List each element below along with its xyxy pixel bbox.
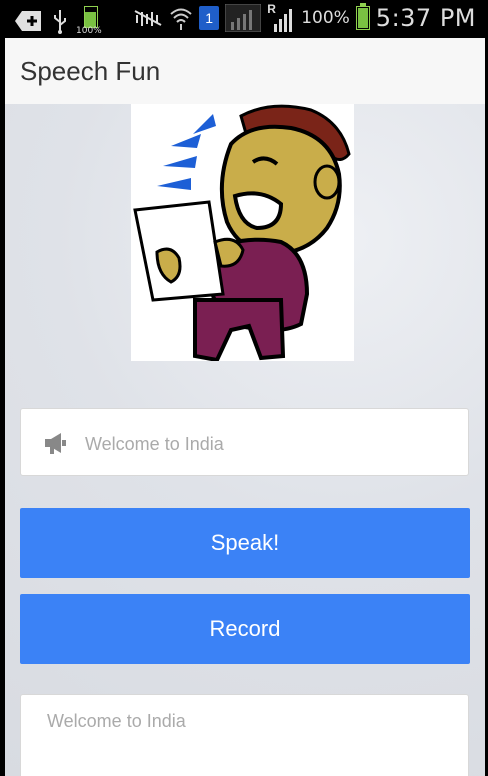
mute-icon [134, 10, 162, 26]
back-notification-icon [15, 11, 41, 31]
roaming-signal-icon: R [267, 2, 295, 32]
battery-notification-icon: 100% [76, 6, 102, 36]
battery-percent: 100% [301, 8, 350, 28]
status-left: 100% [14, 6, 102, 36]
status-right: 1 R 100% 5:37 PM [133, 2, 476, 32]
wifi-icon [170, 8, 192, 30]
status-bar: 100% 1 R 100% 5:37 PM [0, 0, 488, 38]
speak-button[interactable]: Speak! [20, 508, 470, 578]
app-bar: Speech Fun [5, 38, 485, 105]
sim-icon: 1 [199, 6, 220, 30]
usb-icon [54, 10, 66, 34]
megaphone-icon [45, 433, 66, 454]
cartoon-speaker-image [131, 104, 354, 363]
battery-icon [355, 3, 370, 30]
clock: 5:37 PM [375, 4, 476, 32]
main-content: Speak! Record [5, 104, 485, 776]
small-battery-label: 100% [76, 26, 102, 36]
speech-input[interactable] [83, 426, 457, 462]
speech-text-box [20, 408, 469, 476]
result-textarea[interactable] [45, 709, 449, 773]
record-button[interactable]: Record [20, 594, 470, 664]
app-title: Speech Fun [20, 56, 161, 86]
app-window: Speech Fun Welcome to India Speak! Recor… [5, 38, 485, 776]
result-box [20, 694, 469, 776]
signal-icon [225, 4, 262, 32]
